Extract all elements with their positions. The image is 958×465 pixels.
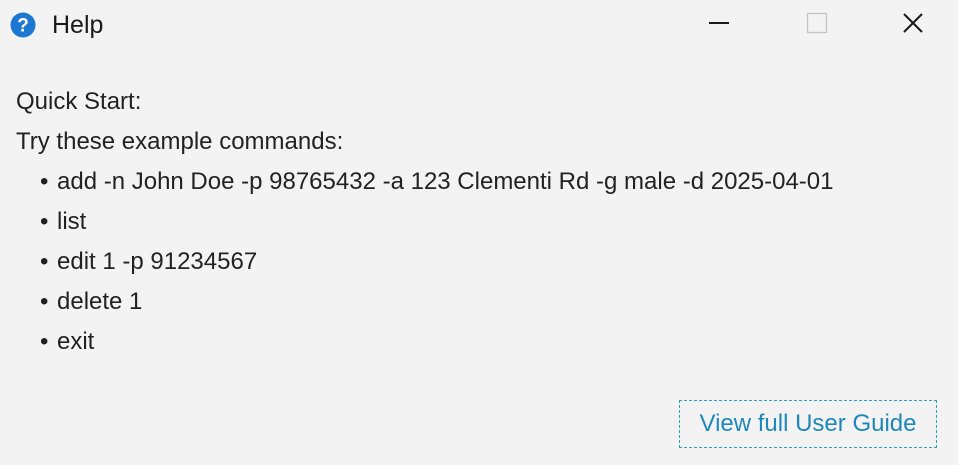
close-button[interactable] [884,0,942,50]
command-text: list [57,208,87,235]
bullet: • [40,288,49,315]
list-item: • list [16,202,946,242]
bullet: • [40,208,49,235]
list-item: • exit [16,322,946,362]
help-content: Quick Start: Try these example commands:… [16,82,946,362]
list-item: • delete 1 [16,282,946,322]
intro-text: Try these example commands: [16,128,344,155]
bullet: • [40,248,49,275]
question-mark-icon: ? [10,12,36,38]
list-item: • edit 1 -p 91234567 [16,242,946,282]
command-text: exit [57,328,95,355]
maximize-icon [806,12,828,39]
command-text: add -n John Doe -p 98765432 -a 123 Cleme… [57,168,834,195]
svg-text:?: ? [17,16,29,37]
command-text: delete 1 [57,288,143,315]
minimize-button[interactable] [690,0,748,50]
minimize-icon [708,12,730,39]
list-item: • add -n John Doe -p 98765432 -a 123 Clem… [16,162,946,202]
close-icon [902,12,924,39]
bullet: • [40,168,49,195]
quick-start-heading: Quick Start: [16,88,142,115]
help-window: ? Help Quick Start: Try these example co… [0,0,958,465]
command-text: edit 1 -p 91234567 [57,248,258,275]
user-guide-link[interactable]: View full User Guide [679,400,937,448]
window-title: Help [52,11,104,39]
command-list: • add -n John Doe -p 98765432 -a 123 Clem… [16,162,946,362]
bullet: • [40,328,49,355]
maximize-button[interactable] [788,0,846,50]
title-bar[interactable]: ? Help [0,0,958,50]
